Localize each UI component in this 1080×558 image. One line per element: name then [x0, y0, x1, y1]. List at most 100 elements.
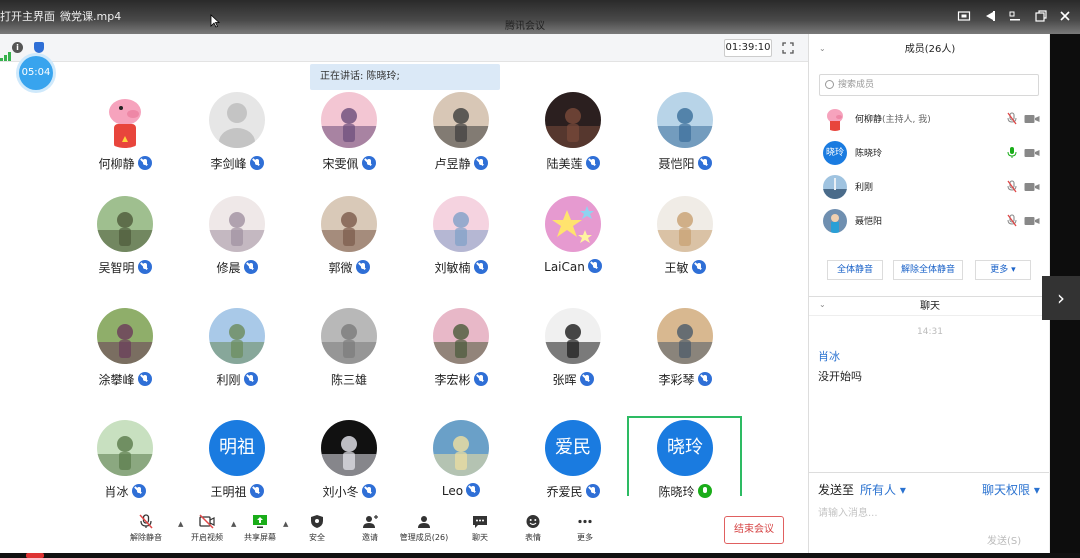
send-to-dropdown[interactable]: 所有人 ▾	[860, 481, 906, 498]
share-screen-button[interactable]: 共享屏幕	[230, 514, 290, 543]
active-speaker-frame	[627, 416, 742, 496]
member-row[interactable]: 利刚	[809, 170, 1051, 204]
avatar	[97, 92, 153, 148]
share-screen-label: 共享屏幕	[244, 533, 276, 542]
mute-all-button[interactable]: 全体静音	[827, 260, 883, 280]
camera-icon[interactable]	[1024, 216, 1040, 226]
reactions-button[interactable]: 表情	[503, 514, 563, 543]
unmute-button[interactable]: 解除静音	[116, 514, 176, 543]
pin-icon[interactable]	[983, 9, 997, 23]
member-name: 利刚	[855, 183, 874, 193]
end-meeting-button[interactable]: 结束会议	[724, 516, 784, 544]
participant-tile[interactable]: 宋雯佩	[293, 92, 405, 204]
mic-muted-icon	[249, 484, 264, 498]
recording-timer-badge[interactable]: 05:04	[19, 56, 53, 90]
invite-button[interactable]: 邀请	[340, 514, 400, 543]
member-row[interactable]: 晓玲 陈晓玲	[809, 136, 1051, 170]
unmute-all-button[interactable]: 解除全体静音	[893, 260, 963, 280]
restore-icon[interactable]	[1034, 9, 1048, 23]
participant-name: 刘敏楠	[434, 261, 471, 275]
participant-name-row: 乔爱民	[517, 483, 629, 500]
next-arrow-icon[interactable]: ›	[1042, 276, 1080, 320]
signal-icon[interactable]	[0, 34, 12, 61]
participant-name: 修晨	[216, 261, 241, 275]
participant-tile[interactable]: 李彩琴	[629, 308, 741, 420]
avatar	[545, 92, 601, 148]
avatar	[321, 196, 377, 252]
member-row[interactable]: 何柳静(主持人, 我)	[809, 102, 1051, 136]
participant-name: 陈三雄	[330, 373, 367, 387]
avatar	[823, 175, 847, 199]
member-search-input[interactable]: 搜索成员	[819, 74, 1039, 96]
participant-tile[interactable]: LaiCan	[517, 196, 629, 308]
manage-members-button[interactable]: 管理成员(26)	[394, 514, 454, 543]
meeting-status-bar: i 01:39:10	[0, 34, 808, 62]
participant-tile[interactable]: 何柳静	[69, 92, 181, 204]
mic-muted-icon	[355, 260, 370, 274]
avatar	[209, 308, 265, 364]
participant-name-row: Leo	[405, 483, 517, 498]
participant-tile[interactable]: 李剑峰	[181, 92, 293, 204]
member-row[interactable]: 聂恺阳	[809, 204, 1051, 238]
shield-icon[interactable]	[34, 42, 44, 53]
close-icon[interactable]	[1058, 9, 1072, 23]
members-icon	[418, 516, 430, 528]
members-more-button[interactable]: 更多 ▾	[975, 260, 1031, 280]
send-button[interactable]: 发送(S)	[987, 532, 1021, 547]
mic-muted-icon	[243, 372, 258, 386]
camera-icon[interactable]	[1024, 114, 1040, 124]
mic-muted-icon[interactable]	[1007, 112, 1017, 125]
avatar	[545, 196, 601, 252]
security-button[interactable]: 安全	[287, 514, 347, 543]
collapse-chat-icon[interactable]: ⌄	[819, 300, 826, 309]
participant-name-row: 刘敏楠	[405, 259, 517, 276]
participant-tile[interactable]: 郭微	[293, 196, 405, 308]
participant-tile[interactable]: 卢昱静	[405, 92, 517, 204]
avatar: 爱民	[545, 420, 601, 476]
participant-name: Leo	[441, 484, 464, 498]
camera-off-icon	[199, 514, 215, 529]
participant-tile[interactable]: 李宏彬	[405, 308, 517, 420]
participant-name-row: 李彩琴	[629, 371, 741, 388]
fullscreen-icon[interactable]	[782, 42, 794, 54]
participant-tile[interactable]: 陆美莲	[517, 92, 629, 204]
mic-muted-icon[interactable]	[1007, 214, 1017, 227]
participant-tile[interactable]: 吴智明	[69, 196, 181, 308]
reactions-label: 表情	[525, 533, 541, 542]
chat-input[interactable]: 请输入消息...	[818, 504, 878, 519]
participant-tile[interactable]: 王敏	[629, 196, 741, 308]
screenshot-icon[interactable]	[957, 9, 971, 23]
smiley-icon	[526, 515, 540, 528]
participant-name: 利刚	[216, 373, 241, 387]
member-name: 陈晓玲	[855, 149, 883, 159]
participant-tile[interactable]: 陈三雄	[293, 308, 405, 420]
participant-tile[interactable]: 修晨	[181, 196, 293, 308]
participant-tile[interactable]: 利刚	[181, 308, 293, 420]
camera-icon[interactable]	[1024, 182, 1040, 192]
participant-name-row: 王明祖	[181, 483, 293, 500]
participant-tile[interactable]: 张晖	[517, 308, 629, 420]
chat-button[interactable]: 聊天	[450, 514, 510, 543]
participant-tile[interactable]: 聂恺阳	[629, 92, 741, 204]
participant-tile[interactable]: 刘敏楠	[405, 196, 517, 308]
unmute-label: 解除静音	[130, 533, 162, 542]
player-progress-bar[interactable]	[0, 553, 1080, 558]
camera-icon[interactable]	[1024, 148, 1040, 158]
mic-muted-icon	[361, 156, 376, 170]
participant-name-row: 李剑峰	[181, 155, 293, 172]
manage-members-label: 管理成员(26)	[399, 533, 449, 542]
more-label: 更多	[577, 533, 593, 542]
participant-tile[interactable]: 涂攀峰	[69, 308, 181, 420]
participant-name-row: 陈三雄	[293, 371, 405, 388]
mic-on-icon[interactable]	[1007, 146, 1017, 159]
participant-name: 聂恺阳	[658, 157, 695, 171]
mic-muted-icon[interactable]	[1007, 180, 1017, 193]
mic-muted-icon	[585, 156, 600, 170]
minimize-icon[interactable]	[1008, 9, 1022, 23]
participant-name: 宋雯佩	[322, 157, 359, 171]
info-icon[interactable]: i	[12, 42, 23, 53]
chat-permission-dropdown[interactable]: 聊天权限 ▾	[982, 481, 1040, 498]
app-title: 腾讯会议	[505, 21, 545, 32]
more-button[interactable]: 更多	[555, 514, 615, 543]
start-video-button[interactable]: 开启视频	[177, 514, 237, 543]
